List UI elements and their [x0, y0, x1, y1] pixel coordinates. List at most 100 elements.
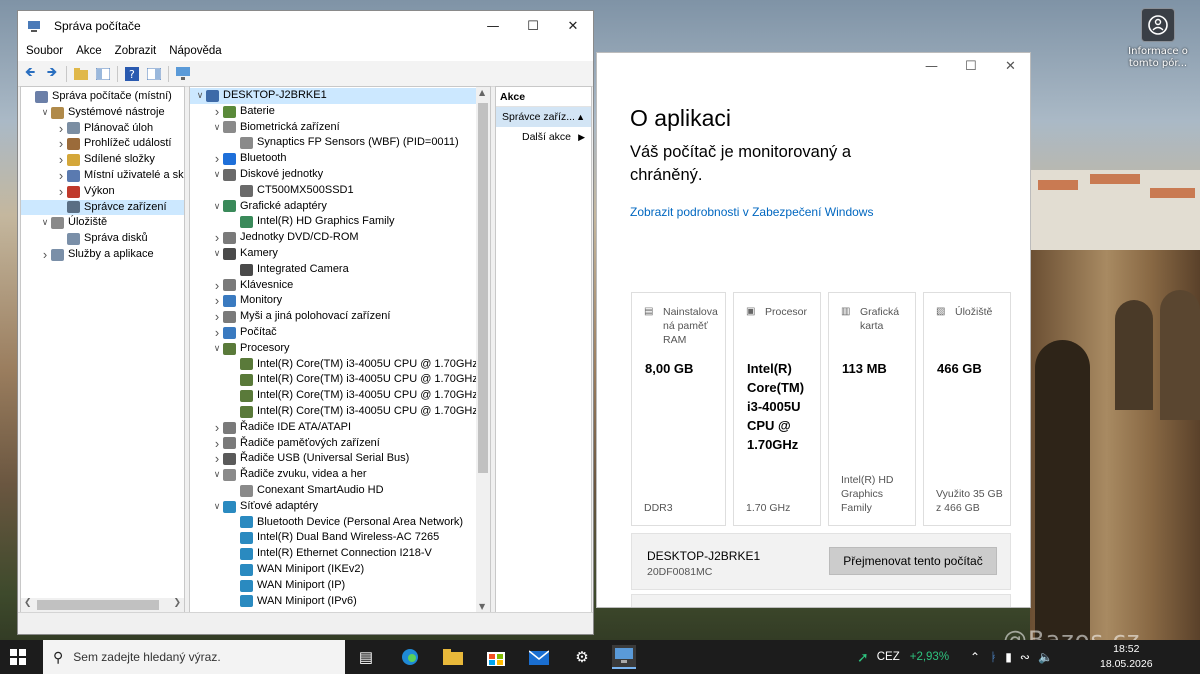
tree-row[interactable]: Správa počítače (místní): [21, 89, 184, 105]
volume-icon[interactable]: 🔈: [1038, 650, 1053, 664]
menu-file[interactable]: Soubor: [21, 45, 68, 57]
up-folder-icon[interactable]: [73, 66, 89, 82]
back-arrow-icon[interactable]: 🡸: [22, 65, 38, 82]
tree-row[interactable]: › Myši a jiná polohovací zařízení: [190, 309, 490, 325]
help-icon[interactable]: ?: [124, 66, 140, 82]
chevron-right-icon[interactable]: ›: [55, 136, 67, 152]
tree-row[interactable]: WAN Miniport (IP): [190, 578, 490, 594]
rename-pc-button[interactable]: Přejmenovat tento počítač: [829, 547, 997, 575]
chevron-right-icon[interactable]: ›: [55, 184, 67, 200]
show-hide-tree-icon[interactable]: [95, 66, 111, 82]
chevron-right-icon[interactable]: ›: [211, 309, 223, 325]
tree-row[interactable]: › Řadiče USB (Universal Serial Bus): [190, 451, 490, 467]
tree-row[interactable]: › Místní uživatelé a skupiny: [21, 168, 184, 184]
close-button[interactable]: ✕: [553, 11, 593, 41]
tree-row[interactable]: › Jednotky DVD/CD-ROM: [190, 230, 490, 246]
tree-row[interactable]: Intel(R) Core(TM) i3-4005U CPU @ 1.70GHz: [190, 404, 490, 420]
stock-widget[interactable]: ➚ CEZ +2,93%: [857, 640, 949, 674]
tree-row[interactable]: › Výkon: [21, 184, 184, 200]
wifi-icon[interactable]: ∾: [1020, 650, 1030, 664]
collapse-icon[interactable]: ▲: [576, 107, 585, 127]
minimize-button[interactable]: —: [473, 11, 513, 41]
forward-arrow-icon[interactable]: 🡺: [44, 65, 60, 82]
task-view-icon[interactable]: ▤: [354, 645, 378, 669]
search-box[interactable]: ⚲ Sem zadejte hledaný výraz.: [43, 640, 345, 674]
tree-row[interactable]: › Bluetooth: [190, 151, 490, 167]
desktop-icon-about[interactable]: Informace o tomto pór...: [1128, 8, 1188, 70]
windows-start-icon[interactable]: [10, 649, 26, 665]
tree-row[interactable]: › Řadiče paměťových zařízení: [190, 436, 490, 452]
tree-row[interactable]: › Služby a aplikace: [21, 247, 184, 263]
more-actions-item[interactable]: Další akce ▶: [496, 127, 591, 147]
maximize-button[interactable]: ☐: [513, 11, 553, 41]
tree-row[interactable]: › Monitory: [190, 293, 490, 309]
mail-icon[interactable]: [527, 645, 551, 669]
tree-row[interactable]: ∨ Úložiště: [21, 215, 184, 231]
tree-row[interactable]: ∨ Kamery: [190, 246, 490, 262]
maximize-button[interactable]: ☐: [965, 59, 977, 74]
chevron-right-icon[interactable]: ›: [211, 325, 223, 341]
tree-row[interactable]: WAN Miniport (IKEv2): [190, 562, 490, 578]
menu-view[interactable]: Zobrazit: [110, 45, 162, 57]
menu-help[interactable]: Nápověda: [164, 45, 226, 57]
bluetooth-icon[interactable]: ᛓ: [990, 650, 997, 664]
chevron-down-icon[interactable]: ∨: [211, 199, 223, 215]
tree-row[interactable]: Intel(R) HD Graphics Family: [190, 214, 490, 230]
chevron-down-icon[interactable]: ∨: [194, 88, 206, 104]
tree-row[interactable]: › Baterie: [190, 104, 490, 120]
store-icon[interactable]: [484, 645, 508, 669]
clock[interactable]: 18:52 18.05.2026: [1100, 642, 1153, 672]
title-bar[interactable]: Správa počítače — ☐ ✕: [18, 11, 593, 41]
battery-icon[interactable]: ▮: [1005, 650, 1012, 664]
tree-row[interactable]: Intel(R) Core(TM) i3-4005U CPU @ 1.70GHz: [190, 372, 490, 388]
monitor-icon[interactable]: [175, 66, 191, 82]
computer-management-taskbar-icon[interactable]: [612, 645, 636, 669]
tree-row[interactable]: Synaptics FP Sensors (WBF) (PID=0011): [190, 135, 490, 151]
tree-row[interactable]: ∨ Biometrická zařízení: [190, 120, 490, 136]
chevron-right-icon[interactable]: ›: [211, 278, 223, 294]
tree-row[interactable]: › Plánovač úloh: [21, 121, 184, 137]
chevron-down-icon[interactable]: ∨: [211, 167, 223, 183]
tree-row[interactable]: Správce zařízení: [21, 199, 184, 216]
tree-row[interactable]: ∨ Síťové adaptéry: [190, 499, 490, 515]
chevron-right-icon[interactable]: ›: [211, 293, 223, 309]
chevron-right-icon[interactable]: ›: [211, 151, 223, 167]
tree-row[interactable]: Intel(R) Ethernet Connection I218-V: [190, 546, 490, 562]
tree-row[interactable]: WAN Miniport (IPv6): [190, 594, 490, 610]
tree-row[interactable]: › Sdílené složky: [21, 152, 184, 168]
chevron-right-icon[interactable]: ›: [211, 420, 223, 436]
chevron-down-icon[interactable]: ∨: [211, 499, 223, 515]
tree-row[interactable]: Správa disků: [21, 231, 184, 247]
chevron-up-icon[interactable]: ⌃: [970, 650, 980, 664]
settings-gear-icon[interactable]: ⚙: [570, 645, 594, 669]
close-button[interactable]: ✕: [1005, 59, 1016, 74]
chevron-right-icon[interactable]: ›: [39, 247, 51, 263]
tree-row[interactable]: Integrated Camera: [190, 262, 490, 278]
tree-row[interactable]: ∨ DESKTOP-J2BRKE1: [190, 88, 490, 104]
tree-row[interactable]: ∨ Grafické adaptéry: [190, 199, 490, 215]
tree-row[interactable]: Bluetooth Device (Personal Area Network): [190, 515, 490, 531]
chevron-down-icon[interactable]: ∨: [39, 105, 51, 121]
vertical-scrollbar[interactable]: ▲ ▼: [476, 87, 490, 612]
chevron-right-icon[interactable]: ›: [55, 168, 67, 184]
tree-row[interactable]: ∨ Řadiče zvuku, videa a her: [190, 467, 490, 483]
chevron-down-icon[interactable]: ∨: [211, 120, 223, 136]
file-explorer-icon[interactable]: [441, 645, 465, 669]
chevron-right-icon[interactable]: ›: [55, 152, 67, 168]
tree-row[interactable]: ∨ Diskové jednotky: [190, 167, 490, 183]
chevron-right-icon[interactable]: ›: [211, 104, 223, 120]
tree-row[interactable]: CT500MX500SSD1: [190, 183, 490, 199]
horizontal-scrollbar[interactable]: ❮ ❯: [21, 598, 184, 612]
chevron-down-icon[interactable]: ∨: [211, 467, 223, 483]
chevron-down-icon[interactable]: ∨: [211, 341, 223, 357]
chevron-right-icon[interactable]: ›: [211, 230, 223, 246]
tree-row[interactable]: ∨ Systémové nástroje: [21, 105, 184, 121]
tree-row[interactable]: Intel(R) Core(TM) i3-4005U CPU @ 1.70GHz: [190, 388, 490, 404]
tree-row[interactable]: ∨ Procesory: [190, 341, 490, 357]
properties-icon[interactable]: [146, 66, 162, 82]
chevron-down-icon[interactable]: ∨: [39, 215, 51, 231]
chevron-right-icon[interactable]: ›: [211, 451, 223, 467]
tree-row[interactable]: › Prohlížeč událostí: [21, 136, 184, 152]
menu-action[interactable]: Akce: [71, 45, 107, 57]
tree-row[interactable]: Conexant SmartAudio HD: [190, 483, 490, 499]
